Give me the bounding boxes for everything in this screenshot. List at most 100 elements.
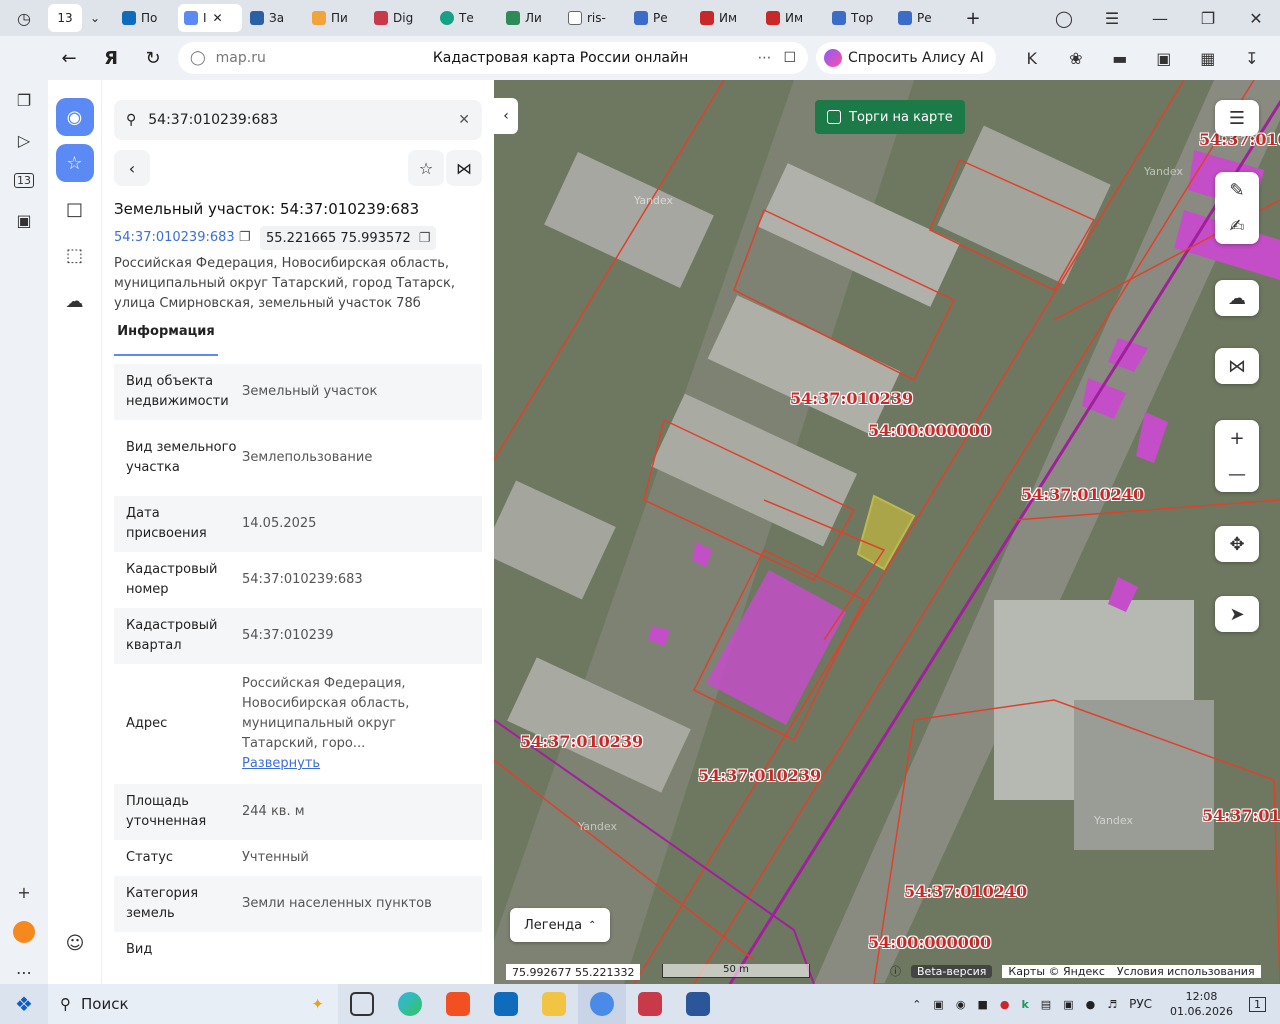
tab-li[interactable]: Ли xyxy=(500,4,560,32)
legend-button[interactable]: Легенда ⌃ xyxy=(510,908,611,942)
tab-mail[interactable]: Пи xyxy=(306,4,366,32)
search-input[interactable]: 54:37:010239:683 xyxy=(148,112,458,128)
minimize-icon[interactable]: — xyxy=(1136,0,1184,36)
profile-icon[interactable]: ◯ xyxy=(1040,0,1088,36)
extension-icon[interactable]: ▦ xyxy=(1186,49,1230,68)
meet-icon[interactable]: ▣ xyxy=(1063,998,1073,1011)
play-icon[interactable]: ▷ xyxy=(0,120,48,160)
outlook-icon[interactable] xyxy=(482,984,530,1024)
tab-map-active[interactable]: I ✕ xyxy=(178,4,242,32)
explorer-icon[interactable] xyxy=(530,984,578,1024)
cadastral-label[interactable]: 54:37:010239 xyxy=(698,766,821,785)
url-field[interactable]: ◯ map.ru Кадастровая карта России онлайн… xyxy=(178,42,808,74)
edit-icon[interactable]: ✍ xyxy=(1215,208,1259,244)
tab-ris[interactable]: ris- xyxy=(562,4,626,32)
share-button[interactable]: ⋈ xyxy=(446,150,482,186)
yandex-logo-icon[interactable]: Я xyxy=(90,36,132,80)
tab-te[interactable]: Те xyxy=(434,4,498,32)
download-icon[interactable]: ↧ xyxy=(1230,49,1274,68)
cadastral-label[interactable]: 54:37:01 xyxy=(1202,806,1280,825)
favorites-icon[interactable]: ☆ xyxy=(55,144,94,182)
torgi-toggle[interactable]: Торги на карте xyxy=(815,100,965,134)
terms-link[interactable]: Условия использования xyxy=(1110,964,1261,978)
info-icon[interactable]: ⓘ xyxy=(890,963,901,979)
edge-icon[interactable] xyxy=(386,984,434,1024)
upload-button[interactable]: ☁ xyxy=(1215,280,1259,316)
back-icon[interactable]: ← xyxy=(48,36,90,80)
cadastral-label[interactable]: 54:00:000000 xyxy=(868,933,991,952)
new-tab-plus-icon[interactable]: + xyxy=(958,4,988,32)
tab-outlook[interactable]: По xyxy=(116,4,176,32)
tray-icon[interactable]: ▣ xyxy=(933,998,943,1011)
tray-icon[interactable]: ■ xyxy=(977,998,987,1011)
ruler-icon[interactable]: ✎ xyxy=(1215,172,1259,208)
collapse-panel-button[interactable]: ‹ xyxy=(494,98,518,134)
checkbox[interactable] xyxy=(827,110,841,124)
more-icon[interactable]: ⋯ xyxy=(757,50,771,66)
chevron-up-icon[interactable]: ⌃ xyxy=(912,998,921,1011)
cadastral-label[interactable]: 54:37:010240 xyxy=(904,882,1027,901)
language-indicator[interactable]: РУС xyxy=(1129,997,1152,1011)
tab-dig[interactable]: Dig xyxy=(368,4,432,32)
layers-button[interactable]: ☰ xyxy=(1215,100,1259,136)
share-map-button[interactable]: ⋈ xyxy=(1215,348,1259,384)
add-icon[interactable]: + xyxy=(0,872,48,912)
copy-icon[interactable]: ❐ xyxy=(419,231,431,246)
cadastral-label[interactable]: 54:37:010239 xyxy=(790,389,913,408)
mic-icon[interactable]: ● xyxy=(1086,998,1096,1011)
reload-icon[interactable]: ↻ xyxy=(132,36,174,80)
favorite-button[interactable]: ☆ xyxy=(408,150,444,186)
cadastral-label[interactable]: 54:00:000000 xyxy=(868,421,991,440)
extension-icon[interactable]: ▣ xyxy=(1142,49,1186,68)
extension-icon[interactable]: ❀ xyxy=(1054,49,1098,68)
volume-icon[interactable]: ♬ xyxy=(1107,998,1117,1011)
history-icon[interactable]: ◷ xyxy=(0,0,48,36)
tab-re[interactable]: Ре xyxy=(628,4,692,32)
extension-icon[interactable]: ▬ xyxy=(1098,49,1142,68)
mail-app-icon[interactable] xyxy=(0,912,48,952)
zoom-in-icon[interactable]: + xyxy=(1215,420,1259,456)
locate-button[interactable]: ➤ xyxy=(1215,596,1259,632)
app-icon[interactable] xyxy=(626,984,674,1024)
tray-icon[interactable]: ● xyxy=(1000,998,1010,1011)
user-icon[interactable]: ☺ xyxy=(56,924,94,962)
cadastral-number-link[interactable]: 54:37:010239:683 ❐ xyxy=(114,230,250,245)
select-area-icon[interactable]: ⬚ xyxy=(56,236,94,274)
copy-icon[interactable]: ❐ xyxy=(239,230,251,245)
expand-link[interactable]: Развернуть xyxy=(242,754,470,774)
tab-zayavka[interactable]: За xyxy=(244,4,304,32)
ask-alice-button[interactable]: Спросить Алису AI xyxy=(816,42,996,74)
bookmark-icon[interactable]: ☐ xyxy=(783,50,796,66)
kaspersky-icon[interactable]: k xyxy=(1021,998,1028,1011)
clear-icon[interactable]: ✕ xyxy=(458,112,470,128)
word-icon[interactable] xyxy=(674,984,722,1024)
coords-chip[interactable]: 55.221665 75.993572 ❐ xyxy=(260,226,437,250)
menu-icon[interactable]: ☰ xyxy=(1088,0,1136,36)
counter-icon[interactable]: 13 xyxy=(0,160,48,200)
collections-icon[interactable]: ❐ xyxy=(0,80,48,120)
cloud-icon[interactable]: ☁ xyxy=(56,282,94,320)
back-button[interactable]: ‹ xyxy=(114,150,150,186)
tray-icon[interactable]: ◉ xyxy=(956,998,966,1011)
tab-rts-2[interactable]: Им xyxy=(760,4,824,32)
map-logo-icon[interactable]: ◉ xyxy=(55,98,94,136)
restore-icon[interactable]: ❐ xyxy=(1184,0,1232,36)
clock[interactable]: 12:08 01.06.2026 xyxy=(1170,989,1233,1019)
tab-rts-1[interactable]: Им xyxy=(694,4,758,32)
tab-re-2[interactable]: Ре xyxy=(892,4,956,32)
start-button[interactable]: ❖ xyxy=(0,984,48,1024)
tab-counter[interactable]: 13 xyxy=(48,4,82,32)
yandex-browser-icon[interactable] xyxy=(578,984,626,1024)
network-icon[interactable]: ▤ xyxy=(1041,998,1051,1011)
camera-icon[interactable]: ▣ xyxy=(0,200,48,240)
cadastral-label[interactable]: 54:37:010239 xyxy=(520,732,643,751)
zoom-out-icon[interactable]: — xyxy=(1215,456,1259,492)
search-box[interactable]: ⚲ 54:37:010239:683 ✕ xyxy=(114,100,482,140)
notifications-icon[interactable]: 1 xyxy=(1249,996,1266,1012)
tab-information[interactable]: Информация xyxy=(114,324,218,356)
cadastral-label[interactable]: 54:37:010240 xyxy=(1021,485,1144,504)
tab-torgi[interactable]: Тор xyxy=(826,4,890,32)
close-icon[interactable]: ✕ xyxy=(213,11,223,25)
polygon-icon[interactable]: □ xyxy=(56,190,94,228)
taskbar-search[interactable]: ⚲ Поиск ✦ xyxy=(48,984,338,1024)
